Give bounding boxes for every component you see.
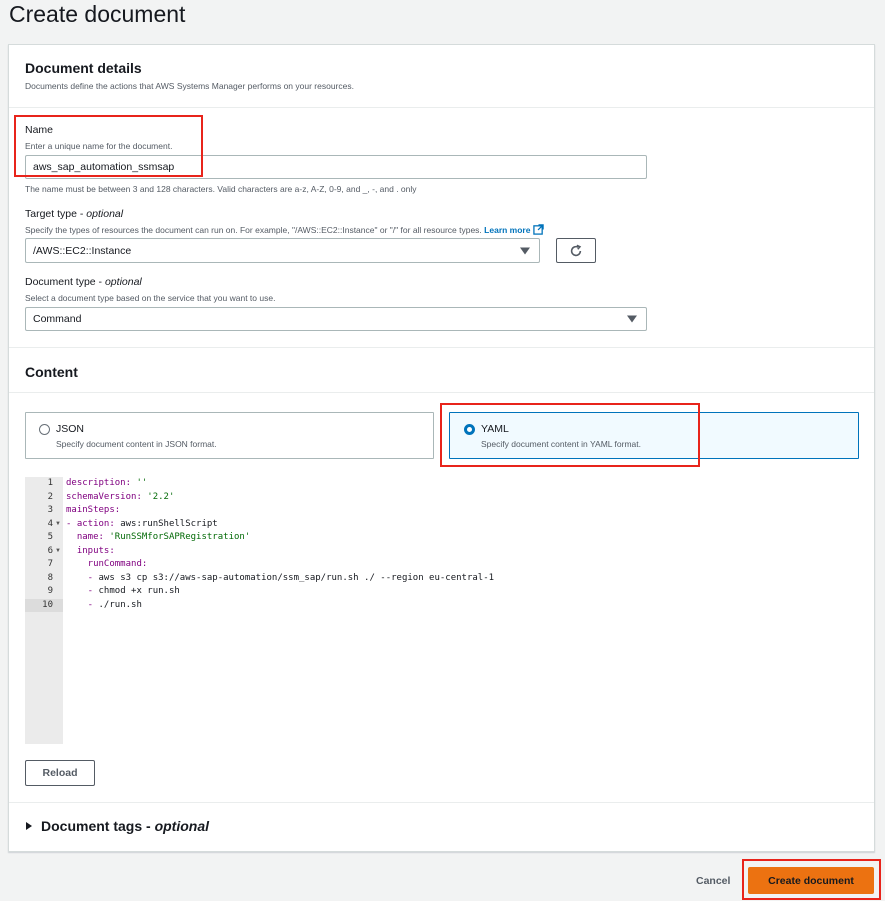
code-line-6: inputs: <box>66 545 115 556</box>
document-type-label: Document type - optional <box>25 276 142 288</box>
line-number: 9 <box>47 586 53 596</box>
code-line-5: name: 'RunSSMforSAPRegistration' <box>66 532 251 542</box>
document-tags-label: Document tags - optional <box>41 818 210 834</box>
chevron-down-icon <box>627 315 637 323</box>
refresh-button[interactable] <box>556 238 596 263</box>
line-number: 1 <box>47 478 53 488</box>
code-line-8: - aws s3 cp s3://aws-sap-automation/ssm_… <box>66 572 495 583</box>
line-number: 6 <box>47 545 53 556</box>
details-heading: Document details <box>25 60 142 76</box>
create-document-button[interactable]: Create document <box>748 867 874 894</box>
line-number: 8 <box>47 572 53 583</box>
target-type-hint-text: Specify the types of resources the docum… <box>25 225 482 235</box>
line-number: 4 <box>47 518 53 529</box>
name-constraint: The name must be between 3 and 128 chara… <box>25 184 417 194</box>
reload-button[interactable]: Reload <box>25 760 95 786</box>
code-editor[interactable]: 1 2 3 4 ▼ 5 6 ▼ 7 8 9 10 description: ''… <box>25 477 869 744</box>
target-type-hint: Specify the types of resources the docum… <box>25 224 544 235</box>
line-number: 3 <box>47 505 53 515</box>
document-tags-label-text: Document tags <box>41 818 143 834</box>
cancel-button[interactable]: Cancel <box>696 875 730 887</box>
line-number: 2 <box>47 491 53 502</box>
json-format-tile[interactable]: JSON Specify document content in JSON fo… <box>25 412 434 459</box>
chevron-down-icon <box>520 247 530 254</box>
editor-gutter: 1 2 3 4 ▼ 5 6 ▼ 7 8 9 10 <box>25 477 63 744</box>
code-line-10: - ./run.sh <box>66 599 142 610</box>
code-line-4: - action: aws:runShellScript <box>66 518 218 529</box>
target-type-label-text: Target type <box>25 208 77 220</box>
learn-more-link[interactable]: Learn more <box>484 225 530 235</box>
target-type-value: /AWS::EC2::Instance <box>33 244 132 257</box>
line-number: 5 <box>47 532 53 542</box>
document-type-hint: Select a document type based on the serv… <box>25 293 276 303</box>
details-description: Documents define the actions that AWS Sy… <box>25 81 354 91</box>
details-header: Document details Documents define the ac… <box>9 45 874 108</box>
name-highlight-box <box>14 115 203 177</box>
fold-icon[interactable]: ▼ <box>55 521 61 527</box>
target-type-select[interactable]: /AWS::EC2::Instance <box>25 238 540 263</box>
document-type-optional: optional <box>104 276 142 288</box>
fold-icon[interactable]: ▼ <box>55 548 61 554</box>
json-radio[interactable] <box>39 424 50 435</box>
document-tags-optional: optional <box>154 818 210 834</box>
content-heading: Content <box>25 364 78 380</box>
line-number: 7 <box>47 559 53 569</box>
yaml-highlight-box <box>440 403 700 467</box>
target-type-optional: optional <box>86 208 124 220</box>
code-line-7: runCommand: <box>66 559 148 569</box>
refresh-icon <box>570 244 582 256</box>
code-line-9: - chmod +x run.sh <box>66 586 180 596</box>
page-title: Create document <box>9 1 186 27</box>
code-line-1: description: '' <box>66 478 148 488</box>
external-link-icon <box>533 224 544 235</box>
target-type-label: Target type - optional <box>25 208 124 220</box>
document-type-select[interactable]: Command <box>25 307 647 331</box>
document-tags-expander[interactable]: Document tags - optional <box>9 802 874 853</box>
document-type-label-text: Document type <box>25 276 96 288</box>
line-number-active: 10 <box>25 598 63 612</box>
caret-right-icon <box>26 822 32 830</box>
content-header: Content <box>9 347 874 393</box>
code-line-2: schemaVersion: '2.2' <box>66 491 175 502</box>
document-type-value: Command <box>33 313 82 325</box>
code-line-3: mainSteps: <box>66 505 121 515</box>
json-title: JSON <box>56 423 85 435</box>
json-description: Specify document content in JSON format. <box>56 439 217 449</box>
